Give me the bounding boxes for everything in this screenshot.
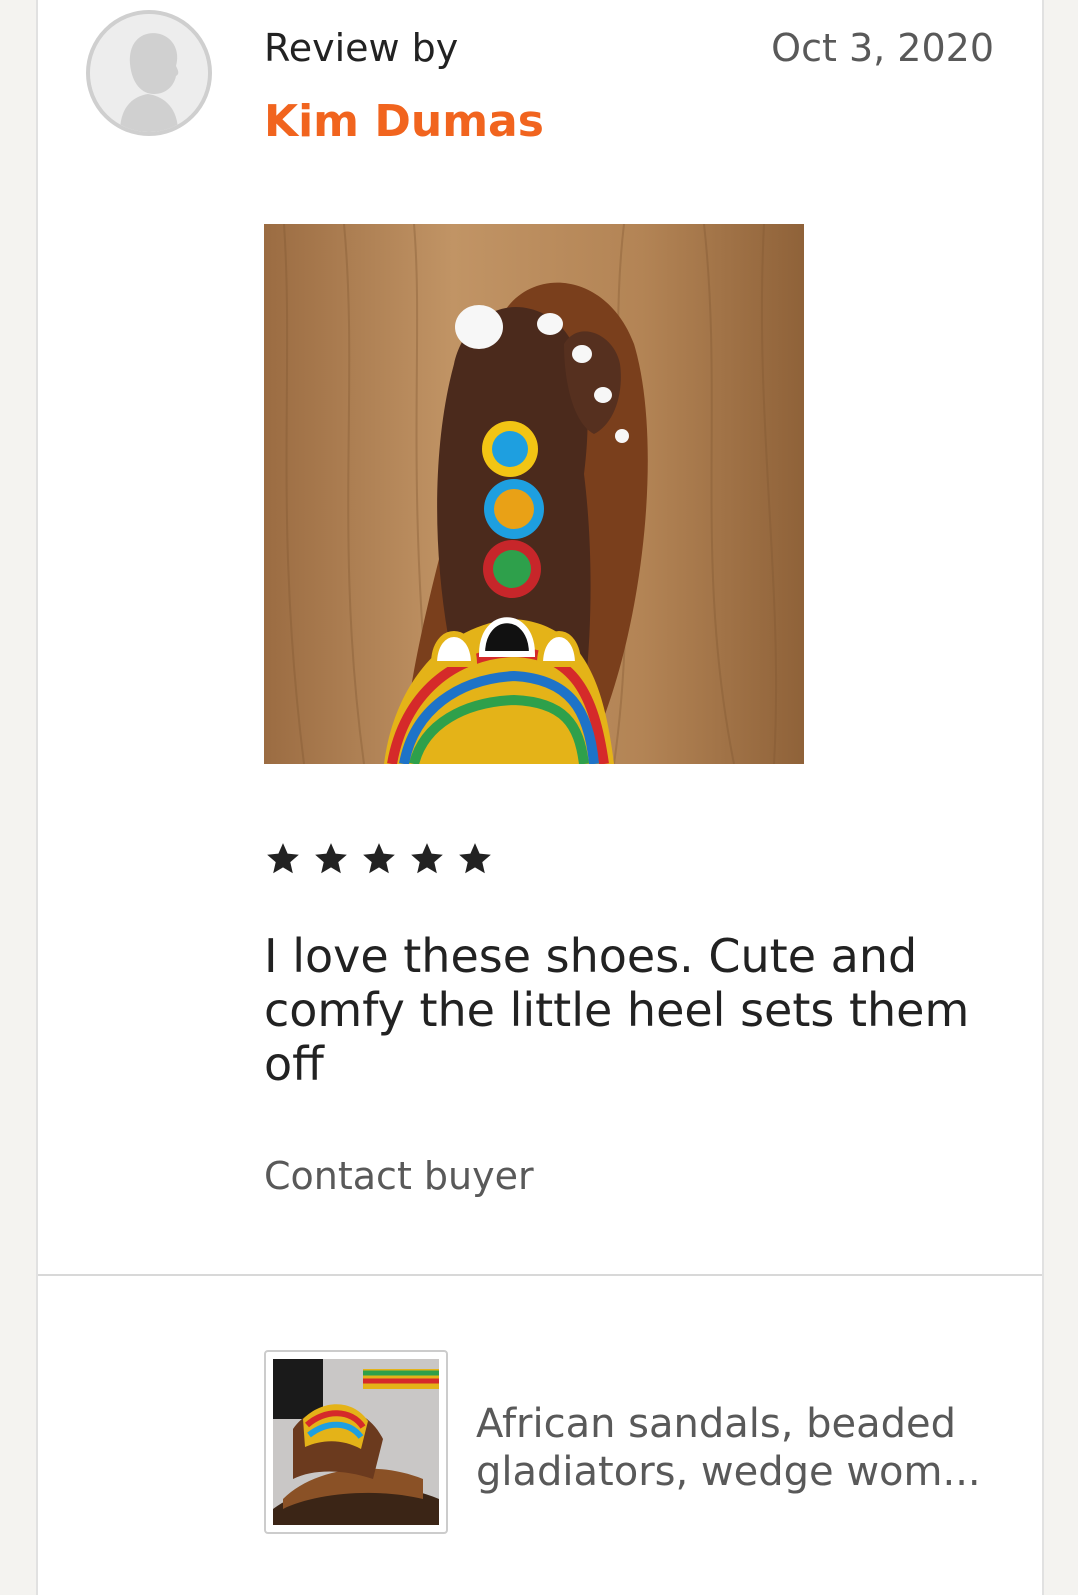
- reviewer-avatar[interactable]: [86, 10, 212, 136]
- reviewer-name-link[interactable]: Kim Dumas: [264, 96, 544, 147]
- review-date: Oct 3, 2020: [771, 26, 994, 70]
- star-icon: [315, 843, 347, 874]
- contact-buyer-link[interactable]: Contact buyer: [264, 1154, 534, 1198]
- rating-stars: [264, 840, 494, 878]
- review-photo-image: [264, 224, 804, 764]
- default-avatar-icon: [90, 14, 208, 132]
- star-icon: [363, 843, 395, 874]
- review-card: Review by Kim Dumas Oct 3, 2020 I love t…: [36, 0, 1044, 1595]
- product-thumbnail-image: [273, 1359, 439, 1525]
- star-icon: [459, 843, 491, 874]
- review-text: I love these shoes. Cute and comfy the l…: [264, 929, 970, 1091]
- review-photo[interactable]: [264, 224, 804, 764]
- product-thumbnail[interactable]: [264, 1350, 448, 1534]
- star-icon: [411, 843, 443, 874]
- star-icon: [267, 843, 299, 874]
- product-title-link[interactable]: African sandals, beaded gladiators, wedg…: [476, 1400, 996, 1496]
- review-by-label: Review by: [264, 26, 459, 70]
- section-divider: [38, 1274, 1042, 1276]
